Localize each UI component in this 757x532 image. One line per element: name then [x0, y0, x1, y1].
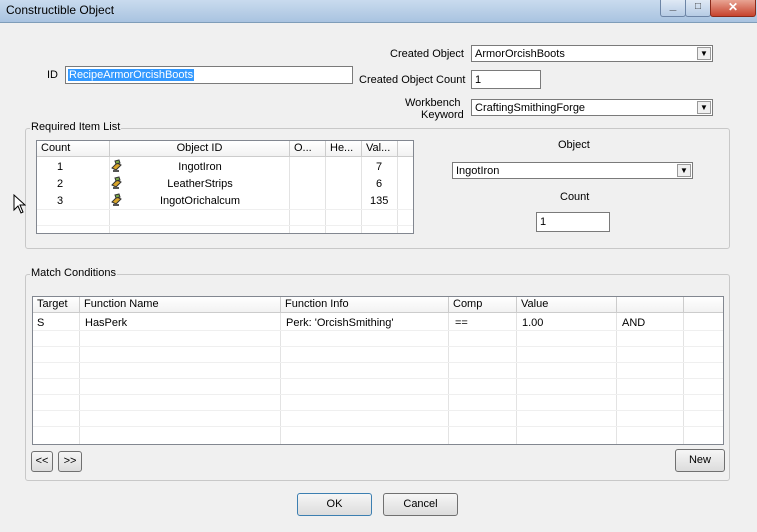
move-up-button[interactable]: << [31, 451, 53, 472]
row-value: 1.00 [522, 317, 544, 329]
maximize-icon: □ [694, 1, 702, 12]
chevron-down-icon: ▼ [677, 164, 691, 177]
title-bar: Constructible Object _ □ ✕ [0, 0, 757, 23]
row-comp: == [455, 317, 468, 329]
workbench-keyword-value: CraftingSmithingForge [475, 102, 586, 114]
ok-button[interactable]: OK [297, 493, 372, 516]
col-he[interactable]: He... [326, 141, 362, 157]
id-input-value: RecipeArmorOrcishBoots [68, 69, 195, 81]
col-val[interactable]: Val... [362, 141, 398, 157]
mouse-cursor-icon [13, 194, 26, 214]
col-o[interactable]: O... [290, 141, 326, 157]
col-target[interactable]: Target [33, 297, 80, 313]
required-item-title: Required Item List [30, 121, 122, 133]
created-object-count-value: 1 [475, 74, 482, 86]
id-label: ID [47, 69, 58, 81]
count-label: Count [560, 191, 590, 203]
col-spacer [684, 297, 723, 313]
window-title: Constructible Object [6, 3, 115, 17]
count-value: 1 [540, 216, 547, 228]
col-function-info[interactable]: Function Info [281, 297, 449, 313]
row-val: 6 [376, 178, 383, 190]
row-object-id: IngotOrichalcum [159, 195, 241, 207]
maximize-button[interactable]: □ [685, 0, 711, 17]
col-object-id[interactable]: Object ID [110, 141, 290, 157]
col-count[interactable]: Count [37, 141, 110, 157]
cancel-button[interactable]: Cancel [383, 493, 458, 516]
workbench-keyword-dropdown[interactable]: CraftingSmithingForge ▼ [471, 99, 713, 116]
row-function-name: HasPerk [85, 317, 128, 329]
created-object-count-label: Created Object Count [359, 74, 466, 86]
move-down-button[interactable]: >> [58, 451, 82, 472]
col-logic[interactable] [617, 297, 684, 313]
col-comp[interactable]: Comp [449, 297, 517, 313]
match-conditions-title: Match Conditions [30, 267, 117, 279]
created-object-count-input[interactable]: 1 [471, 70, 541, 89]
created-object-label: Created Object [390, 48, 464, 60]
minimize-icon: _ [669, 0, 677, 12]
workbench-label-line1: Workbench [405, 97, 461, 109]
col-value[interactable]: Value [517, 297, 617, 313]
row-logic: AND [622, 317, 646, 329]
chevron-down-icon: ▼ [697, 47, 711, 60]
row-object-id: IngotIron [178, 161, 222, 173]
created-object-value: ArmorOrcishBoots [475, 48, 565, 60]
row-val: 7 [376, 161, 383, 173]
col-spacer [398, 141, 413, 157]
col-function-name[interactable]: Function Name [80, 297, 281, 313]
conditions-list[interactable]: Target Function Name Function Info Comp … [32, 296, 724, 445]
row-object-id: LeatherStrips [167, 178, 233, 190]
row-function-info: Perk: 'OrcishSmithing' [286, 317, 394, 329]
row-count: 2 [57, 178, 64, 190]
object-dropdown[interactable]: IngotIron ▼ [452, 162, 693, 179]
row-count: 3 [57, 195, 64, 207]
new-condition-button[interactable]: New [675, 449, 725, 472]
close-icon: ✕ [727, 0, 739, 14]
minimize-button[interactable]: _ [660, 0, 686, 17]
object-label: Object [558, 139, 590, 151]
required-item-list[interactable]: Count Object ID O... He... Val... 1 Ingo… [36, 140, 414, 234]
row-count: 1 [57, 161, 64, 173]
close-button[interactable]: ✕ [710, 0, 756, 17]
row-target: S [37, 317, 45, 329]
object-value: IngotIron [456, 165, 500, 177]
id-input[interactable]: RecipeArmorOrcishBoots [65, 66, 353, 84]
created-object-dropdown[interactable]: ArmorOrcishBoots ▼ [471, 45, 713, 62]
row-val: 135 [370, 195, 389, 207]
count-input[interactable]: 1 [536, 212, 610, 232]
workbench-label-line2: Keyword [421, 109, 464, 121]
chevron-down-icon: ▼ [697, 101, 711, 114]
